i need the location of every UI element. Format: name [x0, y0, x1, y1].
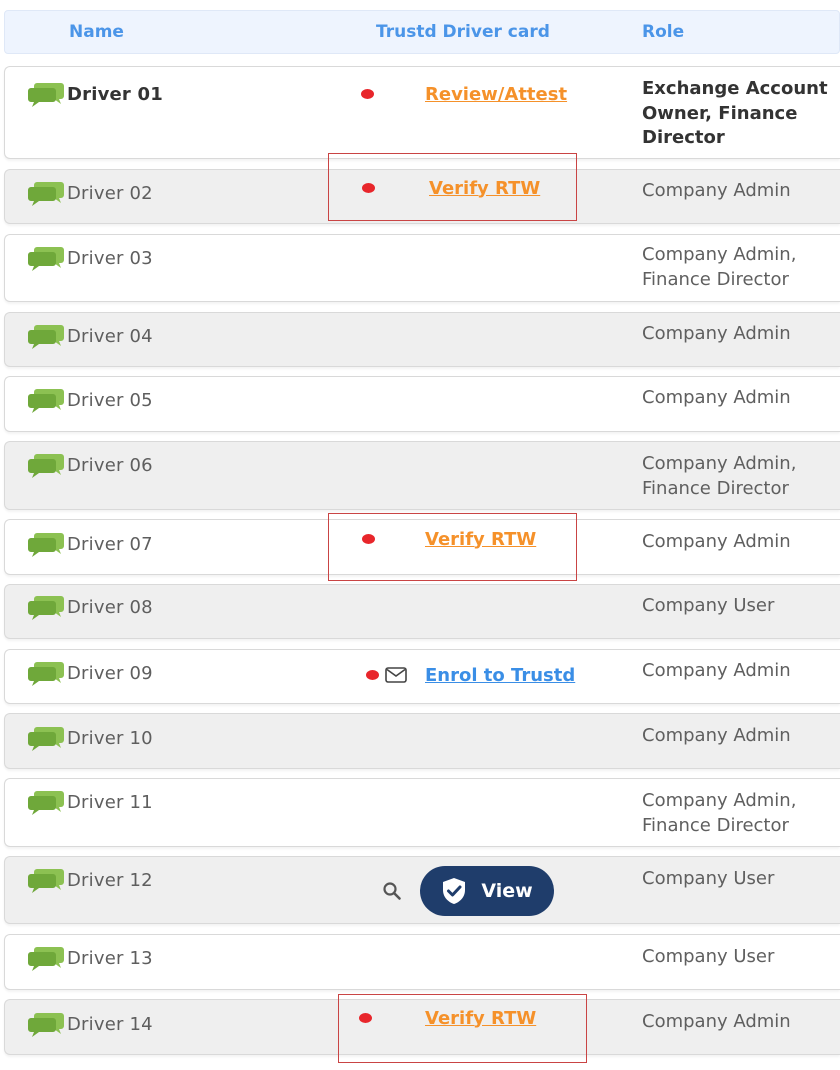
- chat-bubbles-icon: [27, 789, 65, 815]
- table-row[interactable]: Driver 08 Company User: [4, 584, 840, 639]
- view-button-label: View: [481, 880, 533, 902]
- role-cell: Company Admin: [642, 387, 791, 408]
- name-cell: Driver 09: [27, 660, 153, 686]
- table-header: Name Trustd Driver card Role: [4, 10, 840, 54]
- table-row[interactable]: Driver 14 Verify RTW Company Admin: [4, 999, 840, 1055]
- review-attest-link[interactable]: Review/Attest: [425, 84, 567, 105]
- column-header-role[interactable]: Role: [642, 22, 684, 42]
- chat-bubbles-icon: [27, 867, 65, 893]
- name-cell: Driver 13: [27, 945, 153, 971]
- role-cell: Company Admin: [642, 1011, 791, 1032]
- name-cell: Driver 07: [27, 531, 153, 557]
- card-cell: Verify RTW: [355, 1003, 536, 1033]
- name-cell: Driver 05: [27, 387, 153, 413]
- name-cell: Driver 03: [27, 245, 153, 271]
- role-cell: Company User: [642, 946, 775, 967]
- table-row[interactable]: Driver 06 Company Admin, Finance Directo…: [4, 441, 840, 510]
- driver-name: Driver 04: [67, 325, 153, 347]
- table-row[interactable]: Driver 01 Review/Attest Exchange Account…: [4, 66, 840, 159]
- name-cell: Driver 12: [27, 867, 153, 893]
- role-cell: Company Admin: [642, 725, 791, 746]
- chat-bubbles-icon: [27, 180, 65, 206]
- table-row[interactable]: Driver 03 Company Admin, Finance Directo…: [4, 234, 840, 302]
- view-button[interactable]: View: [420, 866, 554, 916]
- red-dot-icon: [361, 89, 374, 99]
- role-cell: Company Admin: [642, 180, 791, 201]
- name-cell: Driver 04: [27, 323, 153, 349]
- chat-bubbles-icon: [27, 452, 65, 478]
- driver-name: Driver 11: [67, 791, 153, 813]
- card-cell: Review/Attest: [355, 79, 567, 109]
- verify-rtw-link[interactable]: Verify RTW: [425, 529, 536, 550]
- name-cell: Driver 10: [27, 725, 153, 751]
- table-row[interactable]: Driver 07 Verify RTW Company Admin: [4, 519, 840, 575]
- driver-name: Driver 03: [67, 247, 153, 269]
- chat-bubbles-icon: [27, 245, 65, 271]
- card-cell: Verify RTW: [355, 524, 536, 554]
- chat-bubbles-icon: [27, 594, 65, 620]
- role-cell: Company Admin: [642, 531, 791, 552]
- table-row[interactable]: Driver 09 Enrol to Trustd Company Admin: [4, 649, 840, 704]
- role-cell: Company Admin: [642, 660, 791, 681]
- envelope-icon: [385, 667, 407, 683]
- card-cell: Enrol to Trustd: [355, 660, 575, 690]
- name-cell: Driver 11: [27, 789, 153, 815]
- name-cell: Driver 14: [27, 1011, 153, 1037]
- red-dot-icon: [362, 183, 375, 193]
- role-cell: Company Admin, Finance Director: [642, 790, 797, 836]
- table-row[interactable]: Driver 13 Company User: [4, 934, 840, 990]
- column-header-card[interactable]: Trustd Driver card: [376, 22, 550, 42]
- driver-name: Driver 07: [67, 533, 153, 555]
- chat-bubbles-icon: [27, 81, 65, 107]
- red-dot-icon: [359, 1013, 372, 1023]
- red-dot-icon: [366, 670, 379, 680]
- driver-name: Driver 01: [67, 83, 163, 105]
- driver-name: Driver 13: [67, 947, 153, 969]
- shield-check-icon: [443, 878, 466, 904]
- table-row[interactable]: Driver 02 Verify RTW Company Admin: [4, 169, 840, 224]
- driver-name: Driver 05: [67, 389, 153, 411]
- driver-name: Driver 14: [67, 1013, 153, 1035]
- table-row[interactable]: Driver 05 Company Admin: [4, 376, 840, 432]
- name-cell: Driver 06: [27, 452, 153, 478]
- chat-bubbles-icon: [27, 531, 65, 557]
- chat-bubbles-icon: [27, 945, 65, 971]
- role-cell: Exchange Account Owner, Finance Director: [642, 78, 828, 148]
- driver-name: Driver 02: [67, 182, 153, 204]
- driver-name: Driver 10: [67, 727, 153, 749]
- driver-name: Driver 06: [67, 454, 153, 476]
- chat-bubbles-icon: [27, 725, 65, 751]
- enrol-to-trustd-link[interactable]: Enrol to Trustd: [425, 665, 575, 686]
- driver-name: Driver 09: [67, 662, 153, 684]
- name-cell: Driver 01: [27, 81, 163, 107]
- role-cell: Company Admin, Finance Director: [642, 453, 797, 499]
- magnifier-icon[interactable]: [381, 880, 403, 902]
- verify-rtw-link[interactable]: Verify RTW: [425, 1008, 536, 1029]
- red-dot-icon: [362, 534, 375, 544]
- table-row[interactable]: Driver 04 Company Admin: [4, 312, 840, 367]
- name-cell: Driver 08: [27, 594, 153, 620]
- chat-bubbles-icon: [27, 323, 65, 349]
- name-cell: Driver 02: [27, 180, 153, 206]
- chat-bubbles-icon: [27, 387, 65, 413]
- role-cell: Company Admin: [642, 323, 791, 344]
- chat-bubbles-icon: [27, 1011, 65, 1037]
- role-cell: Company User: [642, 595, 775, 616]
- role-cell: Company Admin, Finance Director: [642, 244, 797, 290]
- chat-bubbles-icon: [27, 660, 65, 686]
- column-header-name[interactable]: Name: [69, 22, 124, 42]
- card-cell: Verify RTW: [355, 173, 540, 203]
- table-row[interactable]: Driver 10 Company Admin: [4, 713, 840, 769]
- role-cell: Company User: [642, 868, 775, 889]
- driver-name: Driver 08: [67, 596, 153, 618]
- verify-rtw-link[interactable]: Verify RTW: [429, 178, 540, 199]
- driver-name: Driver 12: [67, 869, 153, 891]
- table-row[interactable]: Driver 11 Company Admin, Finance Directo…: [4, 778, 840, 847]
